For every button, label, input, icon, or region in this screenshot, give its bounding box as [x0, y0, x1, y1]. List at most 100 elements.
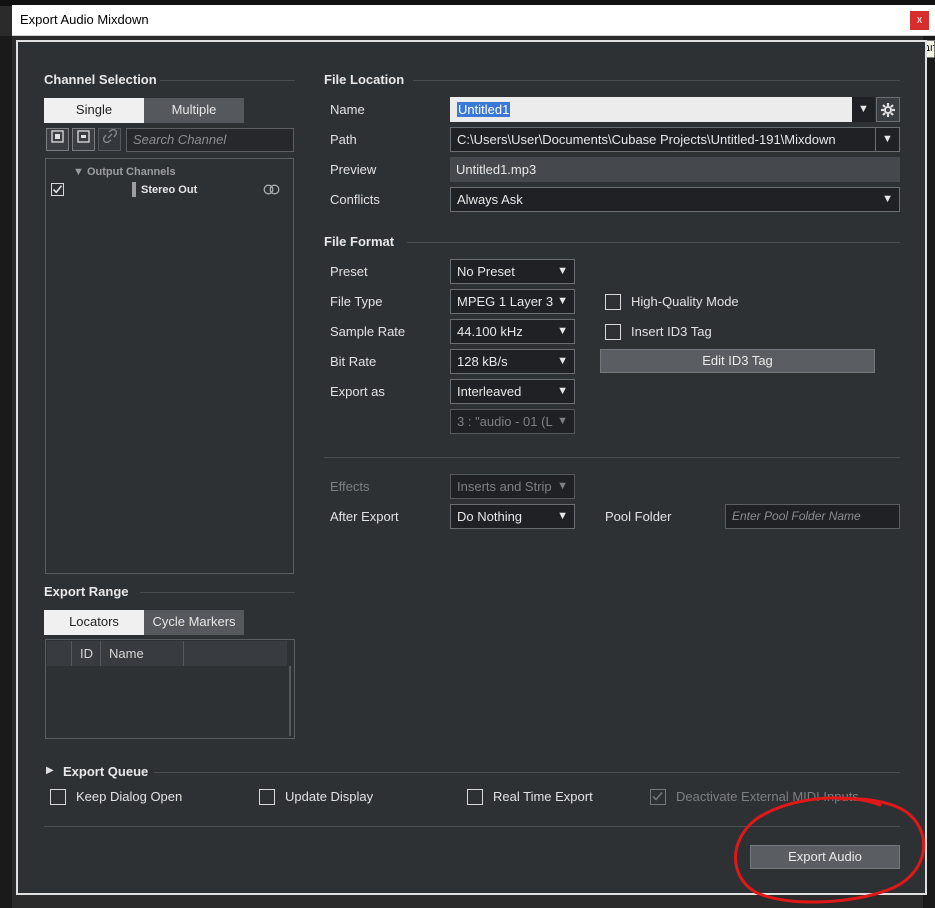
name-dropdown-arrow-icon[interactable]: ▼ [852, 97, 875, 122]
window-titlebar[interactable]: Export Audio Mixdown x [12, 5, 935, 36]
insert-id3-label: Insert ID3 Tag [631, 324, 712, 339]
path-label: Path [330, 132, 357, 147]
divider [44, 826, 900, 827]
collapse-all-icon[interactable] [72, 128, 95, 151]
chevron-down-icon: ▼ [875, 128, 899, 151]
tab-locators[interactable]: Locators [44, 610, 144, 635]
sample-rate-label: Sample Rate [330, 324, 406, 339]
real-time-export-label: Real Time Export [493, 789, 593, 804]
name-label: Name [330, 102, 365, 117]
effects-label: Effects [330, 479, 370, 494]
preset-label: Preset [330, 264, 368, 279]
divider [407, 242, 900, 243]
divider [140, 592, 295, 593]
divider [160, 80, 295, 81]
after-export-dropdown[interactable]: Do Nothing ▼ [450, 504, 575, 529]
chevron-down-icon: ▼ [557, 355, 568, 367]
update-display-label: Update Display [285, 789, 374, 804]
effects-dropdown[interactable]: Inserts and Strip ▼ [450, 474, 575, 499]
channel-selection-title: Channel Selection [44, 72, 157, 87]
divider [154, 772, 900, 773]
conflicts-label: Conflicts [330, 192, 380, 207]
after-export-label: After Export [330, 509, 399, 524]
path-value: C:\Users\User\Documents\Cubase Projects\… [457, 132, 836, 147]
export-as-value: Interleaved [457, 384, 522, 399]
channel-mode-toggle: Single Multiple [44, 98, 244, 123]
deactivate-midi-label: Deactivate External MIDI Inputs [676, 789, 859, 804]
mode-multiple-button[interactable]: Multiple [144, 98, 244, 123]
col-name[interactable]: Name [109, 646, 144, 661]
high-quality-mode-checkbox[interactable] [605, 294, 621, 310]
gear-icon[interactable] [876, 97, 900, 122]
export-audio-button[interactable]: Export Audio [750, 845, 900, 869]
export-range-tabs: Locators Cycle Markers [44, 610, 244, 635]
export-range-title: Export Range [44, 584, 129, 599]
stereo-out-checkbox[interactable] [51, 183, 64, 196]
insert-id3-checkbox[interactable] [605, 324, 621, 340]
real-time-export-checkbox[interactable] [467, 789, 483, 805]
pool-folder-input[interactable]: Enter Pool Folder Name [725, 504, 900, 529]
keep-dialog-open-checkbox[interactable] [50, 789, 66, 805]
link-icon[interactable] [98, 128, 121, 151]
col-id[interactable]: ID [80, 646, 93, 661]
tab-cycle-markers[interactable]: Cycle Markers [144, 610, 244, 635]
sample-rate-value: 44.100 kHz [457, 324, 523, 339]
collapse-triangle-icon: ▼ [73, 166, 84, 178]
chevron-down-icon: ▼ [557, 265, 568, 277]
bit-rate-value: 128 kB/s [457, 354, 508, 369]
channel-routing-dropdown[interactable]: 3 : "audio - 01 (L ▼ [450, 409, 575, 434]
channel-routing-value: 3 : "audio - 01 (L [457, 414, 553, 429]
deactivate-midi-checkbox[interactable] [650, 789, 666, 805]
preset-value: No Preset [457, 264, 515, 279]
name-input[interactable]: Untitled1 [450, 97, 875, 122]
keep-dialog-open-label: Keep Dialog Open [76, 789, 183, 804]
channel-tree: ▼ Output Channels Stereo Out [45, 158, 294, 574]
stereo-out-label[interactable]: Stereo Out [141, 184, 197, 196]
divider [324, 457, 900, 458]
conflicts-dropdown[interactable]: Always Ask ▼ [450, 187, 900, 212]
bit-rate-dropdown[interactable]: 128 kB/s ▼ [450, 349, 575, 374]
window-title: Export Audio Mixdown [20, 12, 149, 27]
stereo-link-icon [263, 183, 280, 198]
channel-color-strip [132, 182, 136, 197]
conflicts-value: Always Ask [457, 192, 523, 207]
expand-triangle-icon[interactable]: ▶ [46, 765, 54, 776]
update-display-checkbox[interactable] [259, 789, 275, 805]
file-type-dropdown[interactable]: MPEG 1 Layer 3 ▼ [450, 289, 575, 314]
expand-all-icon[interactable] [46, 128, 69, 151]
file-type-label: File Type [330, 294, 383, 309]
name-value: Untitled1 [457, 102, 511, 117]
range-table: ID Name [45, 639, 295, 739]
daw-background-left [0, 36, 12, 908]
bit-rate-label: Bit Rate [330, 354, 377, 369]
export-as-dropdown[interactable]: Interleaved ▼ [450, 379, 575, 404]
edit-id3-tag-button[interactable]: Edit ID3 Tag [600, 349, 875, 373]
output-channels-group[interactable]: ▼ Output Channels [73, 166, 176, 178]
chevron-down-icon: ▼ [882, 193, 893, 205]
chevron-down-icon: ▼ [557, 415, 568, 427]
file-location-title: File Location [324, 72, 405, 87]
after-export-value: Do Nothing [457, 509, 523, 524]
preset-dropdown[interactable]: No Preset ▼ [450, 259, 575, 284]
high-quality-mode-label: High-Quality Mode [631, 294, 739, 309]
chevron-down-icon: ▼ [557, 510, 568, 522]
effects-value: Inserts and Strip [457, 479, 552, 494]
chevron-down-icon: ▼ [557, 480, 568, 492]
export-dialog: Channel Selection Single Multiple Search… [16, 40, 927, 895]
export-queue-title[interactable]: Export Queue [63, 764, 148, 779]
file-format-title: File Format [324, 234, 395, 249]
export-as-label: Export as [330, 384, 385, 399]
pool-folder-label: Pool Folder [605, 509, 672, 524]
range-table-scrollbar[interactable] [289, 666, 291, 736]
preview-label: Preview [330, 162, 377, 177]
mode-single-button[interactable]: Single [44, 98, 144, 123]
sample-rate-dropdown[interactable]: 44.100 kHz ▼ [450, 319, 575, 344]
path-dropdown[interactable]: C:\Users\User\Documents\Cubase Projects\… [450, 127, 900, 152]
range-table-header: ID Name [47, 641, 287, 666]
preview-value: Untitled1.mp3 [450, 157, 900, 182]
divider [413, 80, 900, 81]
chevron-down-icon: ▼ [557, 385, 568, 397]
search-channel-input[interactable]: Search Channel [126, 128, 294, 152]
close-button[interactable]: x [910, 11, 929, 30]
chevron-down-icon: ▼ [557, 325, 568, 337]
